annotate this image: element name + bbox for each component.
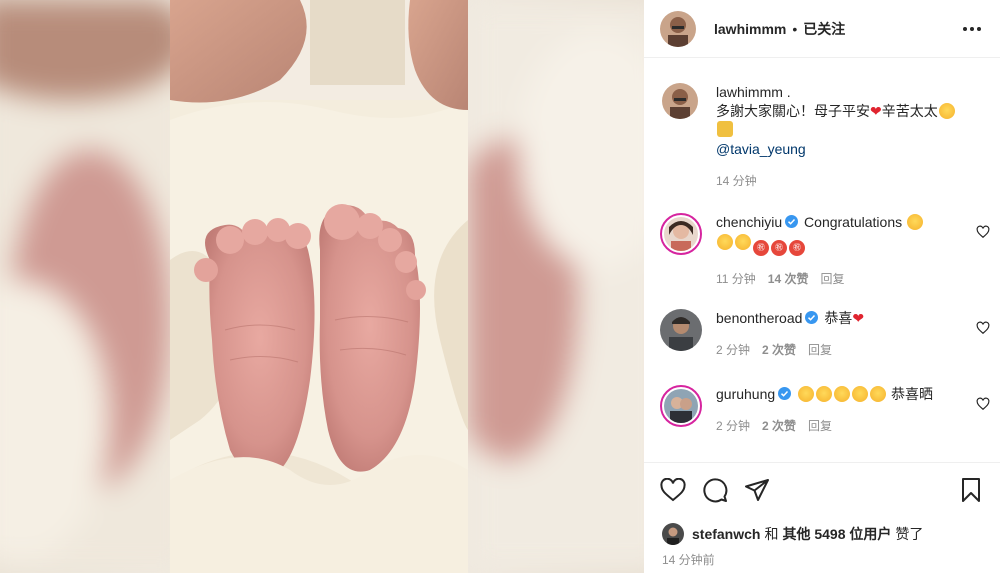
verified-badge-icon [805, 310, 819, 324]
like-comment-heart-icon[interactable] [976, 397, 990, 411]
liker-username[interactable]: stefanwch [692, 526, 760, 542]
share-send-icon[interactable] [742, 475, 772, 505]
comments-list[interactable]: lawhimmm . 多謝大家關心！母子平安❤辛苦太太 @tavia_yeung… [644, 58, 1000, 462]
like-comment-heart-icon[interactable] [976, 225, 990, 239]
star-struck-emoji [870, 386, 887, 402]
comment-item: chenchiyiu Congratulations ㊗㊗㊗ 11 分钟 14 … [644, 213, 1000, 309]
commenter-username[interactable]: benontheroad [716, 310, 802, 326]
star-struck-emoji [834, 386, 851, 402]
star-struck-emoji [816, 386, 833, 402]
kissing-face-emoji [938, 103, 955, 119]
verified-badge-icon [778, 386, 792, 400]
more-horizontal-icon[interactable] [960, 17, 984, 41]
blurred-background-left [0, 0, 190, 573]
like-heart-icon[interactable] [658, 475, 688, 505]
blurred-background-right [438, 0, 644, 573]
other-likers[interactable]: 其他 5498 位用户 [782, 524, 891, 544]
commenter-avatar[interactable] [660, 309, 702, 351]
commenter-avatar[interactable] [660, 385, 702, 427]
family-emoji [717, 121, 733, 137]
post-media[interactable] [0, 0, 644, 573]
likes-liked: 赞了 [895, 526, 924, 542]
comment-time[interactable]: 2 分钟 [716, 341, 750, 359]
reply-button[interactable]: 回复 [808, 341, 832, 359]
comment-text: 恭喜晒 [890, 386, 933, 402]
comment-text: 恭喜 [824, 310, 853, 326]
post-header: lawhimmm • 已关注 [644, 0, 1000, 58]
caption-time[interactable]: 14 分钟 [716, 172, 757, 190]
partying-face-emoji [907, 214, 923, 230]
red-heart-emoji: ❤ [870, 103, 882, 119]
comment-text: Congratulations [804, 214, 903, 230]
post-side-panel: lawhimmm • 已关注 lawhimmm . 多謝大家關心！母子平安❤辛苦… [644, 0, 1000, 573]
congratulations-emoji: ㊗ [789, 240, 805, 256]
liker-avatar[interactable] [662, 523, 684, 545]
comment-bubble-icon[interactable] [700, 475, 730, 505]
comment-like-count[interactable]: 14 次赞 [768, 270, 809, 288]
congratulations-emoji: ㊗ [753, 240, 769, 256]
commenter-username[interactable]: chenchiyiu [716, 214, 782, 230]
caption-text-2: 辛苦太太 [881, 103, 938, 119]
comment-item: benontheroad 恭喜❤ 2 分钟 2 次赞 回复 [644, 309, 1000, 385]
congratulations-emoji: ㊗ [771, 240, 787, 256]
partying-face-emoji [717, 234, 733, 250]
author-username[interactable]: lawhimmm [714, 21, 786, 37]
commenter-avatar[interactable] [660, 213, 702, 255]
post-actions: stefanwch 和 其他 5498 位用户 赞了 14 分钟前 [644, 462, 1000, 573]
likes-and: 和 [764, 526, 779, 542]
reply-button[interactable]: 回复 [808, 417, 832, 435]
star-struck-emoji [798, 386, 815, 402]
comment-like-count[interactable]: 2 次赞 [762, 341, 796, 359]
red-heart-emoji: ❤ [852, 310, 865, 326]
caption-username[interactable]: lawhimmm [716, 84, 783, 100]
likes-summary[interactable]: stefanwch 和 其他 5498 位用户 赞了 [644, 523, 1000, 545]
baby-feet-photo [170, 0, 468, 573]
comment-time[interactable]: 11 分钟 [716, 270, 756, 288]
verified-badge-icon [785, 214, 799, 228]
mention-link[interactable]: @tavia_yeung [716, 141, 806, 157]
following-button[interactable]: 已关注 [803, 19, 845, 39]
comment-item: guruhung 恭喜晒 2 分钟 2 次赞 回复 [644, 385, 1000, 461]
caption: lawhimmm . 多謝大家關心！母子平安❤辛苦太太 @tavia_yeung… [644, 83, 1000, 213]
author-avatar[interactable] [660, 10, 696, 47]
post-timestamp[interactable]: 14 分钟前 [644, 551, 1000, 568]
partying-face-emoji [735, 234, 751, 250]
commenter-username[interactable]: guruhung [716, 386, 775, 402]
separator-dot: • [792, 20, 798, 37]
comment-like-count[interactable]: 2 次赞 [762, 417, 796, 435]
comment-time[interactable]: 2 分钟 [716, 417, 750, 435]
caption-suffix: . [786, 84, 791, 100]
caption-text: 多謝大家關心！母子平安 [716, 103, 870, 119]
like-comment-heart-icon[interactable] [976, 321, 990, 335]
star-struck-emoji [852, 386, 869, 402]
save-bookmark-icon[interactable] [956, 475, 986, 505]
reply-button[interactable]: 回复 [820, 270, 844, 288]
author-avatar[interactable] [662, 83, 698, 119]
